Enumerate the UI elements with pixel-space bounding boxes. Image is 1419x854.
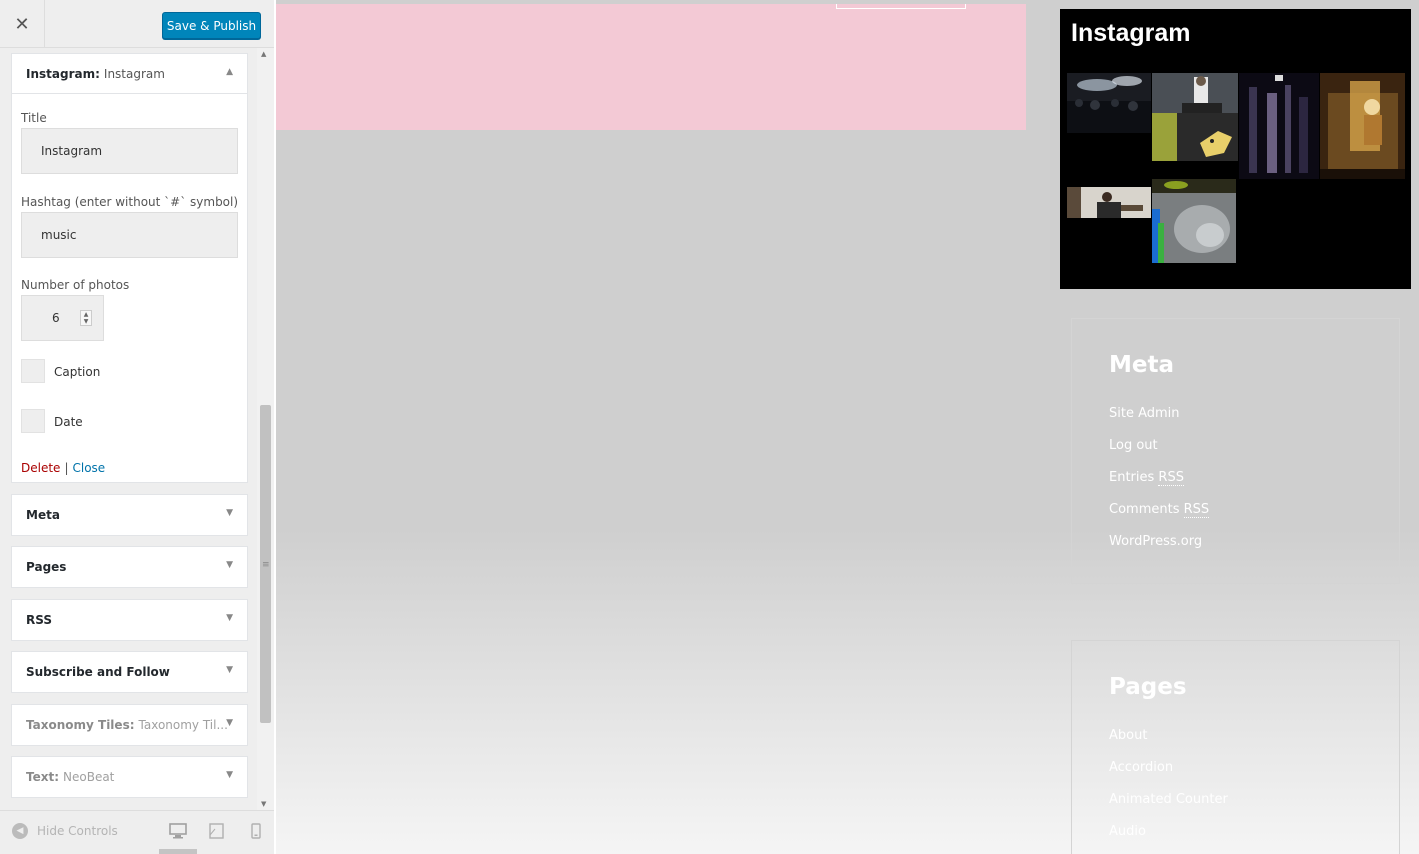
instagram-feed-widget: Instagram (1060, 9, 1411, 289)
instagram-photo-6[interactable] (1152, 179, 1236, 263)
instagram-photo-2[interactable] (1152, 73, 1238, 161)
arrow-up-icon[interactable]: ▲ (226, 67, 233, 77)
link-text: Comments (1109, 502, 1180, 517)
scroll-down-icon[interactable]: ▼ (261, 800, 266, 808)
delete-link[interactable]: Delete (21, 461, 60, 475)
photos-count-label: Number of photos (21, 278, 130, 292)
rss-abbr: RSS (1183, 502, 1210, 518)
site-preview: Instagram Meta Site Admin Log out Entrie… (276, 0, 1419, 854)
widget-label: Meta (26, 508, 60, 522)
pages-widget-box: Pages About Accordion Animated Counter A… (1071, 640, 1400, 854)
arrow-down-icon[interactable]: ▼ (226, 665, 233, 675)
action-separator: | (64, 461, 69, 475)
instagram-widget-header[interactable]: Instagram: Instagram ▲ (12, 54, 247, 94)
accordion-link[interactable]: Accordion (1109, 760, 1173, 775)
widget-subscribe-follow[interactable]: Subscribe and Follow ▼ (11, 651, 248, 693)
instagram-photo-1[interactable] (1067, 73, 1151, 133)
arrow-down-icon[interactable]: ▼ (226, 560, 233, 570)
title-input[interactable]: Instagram (21, 128, 238, 174)
pages-title: Pages (1109, 674, 1187, 700)
log-out-link[interactable]: Log out (1109, 438, 1158, 453)
arrow-down-icon[interactable]: ▼ (226, 613, 233, 623)
widget-label: RSS (26, 613, 52, 627)
caption-checkbox[interactable] (21, 359, 45, 383)
photos-count-input[interactable]: 6 ▲ ▼ (21, 295, 104, 341)
title-label: Title (21, 111, 47, 125)
widgets-panel: Instagram: Instagram ▲ Title Instagram H… (0, 48, 274, 810)
hero-banner (276, 4, 1026, 130)
widget-type-label: Instagram: (26, 66, 100, 81)
close-icon: ✕ (14, 13, 30, 35)
widget-meta[interactable]: Meta ▼ (11, 494, 248, 536)
date-checkbox[interactable] (21, 409, 45, 433)
arrow-down-icon[interactable]: ▼ (226, 508, 233, 518)
hide-controls-button[interactable]: Hide Controls (37, 824, 118, 838)
about-link[interactable]: About (1109, 728, 1147, 743)
widget-text-neobeat[interactable]: Text: NeoBeat ▼ (11, 756, 248, 798)
customizer-header: ✕ Save & Publish (0, 0, 274, 48)
widget-label: Taxonomy Tiles: (26, 718, 135, 732)
arrow-down-icon[interactable]: ▼ (226, 718, 233, 728)
arrow-down-icon[interactable]: ▼ (226, 770, 233, 780)
widget-title-preview: Instagram (103, 66, 165, 81)
sidebar-scrollbar[interactable]: ▲ ▼ (257, 48, 274, 810)
mobile-icon[interactable] (247, 823, 265, 839)
active-device-indicator (159, 849, 197, 854)
instagram-photo-5[interactable] (1067, 187, 1151, 218)
widget-subtitle: Taxonomy Til... (138, 718, 228, 732)
rss-abbr: RSS (1158, 470, 1184, 486)
comments-rss-link[interactable]: Comments RSS (1109, 502, 1210, 518)
spin-up-icon[interactable]: ▲ (84, 311, 89, 318)
widget-label: Pages (26, 560, 67, 574)
animated-counter-link[interactable]: Animated Counter (1109, 792, 1228, 807)
site-admin-link[interactable]: Site Admin (1109, 406, 1180, 421)
scroll-up-icon[interactable]: ▲ (261, 50, 266, 58)
instagram-widget-title: Instagram (1071, 19, 1191, 47)
widget-actions: Delete | Close (21, 461, 105, 475)
entries-rss-link[interactable]: Entries RSS (1109, 470, 1184, 486)
close-customizer-button[interactable]: ✕ (0, 0, 45, 48)
hashtag-input[interactable]: music (21, 212, 238, 258)
meta-title: Meta (1109, 352, 1175, 378)
instagram-photo-3[interactable] (1239, 73, 1319, 179)
audio-link[interactable]: Audio (1109, 824, 1146, 839)
tablet-icon[interactable] (208, 823, 226, 839)
desktop-icon[interactable] (169, 823, 187, 839)
instagram-photo-4[interactable] (1320, 73, 1405, 179)
hero-button[interactable] (836, 4, 966, 9)
widget-subtitle: NeoBeat (63, 770, 115, 784)
widget-rss[interactable]: RSS ▼ (11, 599, 248, 641)
date-label: Date (54, 415, 83, 429)
widget-label: Subscribe and Follow (26, 665, 170, 679)
resize-grip-icon[interactable]: ≡ (262, 560, 270, 570)
collapse-circle-icon[interactable]: ◀ (12, 823, 28, 839)
wordpress-org-link[interactable]: WordPress.org (1109, 534, 1202, 549)
hashtag-label: Hashtag (enter without `#` symbol) (21, 195, 239, 209)
meta-widget-box: Meta Site Admin Log out Entries RSS Comm… (1071, 318, 1400, 584)
customizer-footer: ◀ Hide Controls (0, 810, 274, 854)
number-spinner[interactable]: ▲ ▼ (80, 310, 92, 326)
spin-down-icon[interactable]: ▼ (84, 318, 89, 325)
widget-label: Text: (26, 770, 60, 784)
close-link[interactable]: Close (72, 461, 105, 475)
link-text: Entries (1109, 470, 1155, 485)
widget-pages[interactable]: Pages ▼ (11, 546, 248, 588)
customizer-sidebar: ✕ Save & Publish Instagram: Instagram ▲ … (0, 0, 274, 854)
instagram-widget: Instagram: Instagram ▲ Title Instagram H… (11, 53, 248, 483)
caption-label: Caption (54, 365, 101, 379)
photos-count-value: 6 (52, 311, 60, 325)
save-publish-button[interactable]: Save & Publish (162, 12, 261, 39)
widget-taxonomy-tiles[interactable]: Taxonomy Tiles: Taxonomy Til... ▼ (11, 704, 248, 746)
